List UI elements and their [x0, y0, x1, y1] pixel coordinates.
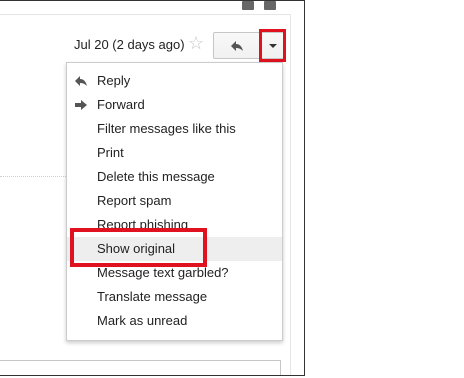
star-icon[interactable]: ☆: [188, 33, 204, 54]
divider: [290, 14, 291, 375]
menu-item-label: Report spam: [97, 193, 172, 208]
menu-item-label: Delete this message: [97, 169, 215, 184]
menu-item-forward[interactable]: Forward: [67, 93, 282, 117]
reply-arrow-icon: [75, 76, 87, 86]
menu-item-label: Translate message: [97, 289, 208, 304]
reply-box-edge: [0, 360, 281, 375]
menu-item-label: Show original: [97, 241, 176, 256]
menu-item-label: Forward: [97, 97, 145, 112]
menu-item-label: Print: [97, 145, 124, 160]
reply-button[interactable]: [213, 32, 260, 59]
menu-item-label: Filter messages like this: [97, 121, 236, 136]
menu-item-label: Mark as unread: [97, 313, 188, 328]
new-window-icon[interactable]: [264, 1, 276, 10]
menu-item-label: Report phishing: [97, 217, 189, 232]
forward-arrow-icon: [75, 100, 87, 110]
divider: [0, 14, 290, 15]
menu-item-message-garbled[interactable]: Message text garbled?: [67, 261, 282, 285]
menu-item-mark-unread[interactable]: Mark as unread: [67, 309, 282, 333]
print-icon[interactable]: [242, 1, 254, 10]
menu-item-label: Message text garbled?: [97, 265, 229, 280]
reply-arrow-icon: [231, 41, 243, 51]
menu-item-report-spam[interactable]: Report spam: [67, 189, 282, 213]
more-options-button[interactable]: [261, 32, 284, 59]
menu-item-filter-messages[interactable]: Filter messages like this: [67, 117, 282, 141]
message-actions-menu: Reply Forward Filter messages like this …: [66, 62, 283, 341]
message-date: Jul 20 (2 days ago): [74, 37, 185, 52]
menu-item-report-phishing[interactable]: Report phishing: [67, 213, 282, 237]
email-view-frame: Jul 20 (2 days ago) ☆ Reply Forward Filt…: [0, 0, 305, 376]
dropdown-caret-icon: [269, 44, 277, 48]
menu-item-translate[interactable]: Translate message: [67, 285, 282, 309]
menu-item-show-original[interactable]: Show original: [67, 237, 282, 261]
menu-item-label: Reply: [97, 73, 131, 88]
divider: [0, 176, 66, 177]
menu-item-print[interactable]: Print: [67, 141, 282, 165]
menu-item-reply[interactable]: Reply: [67, 69, 282, 93]
menu-item-delete[interactable]: Delete this message: [67, 165, 282, 189]
